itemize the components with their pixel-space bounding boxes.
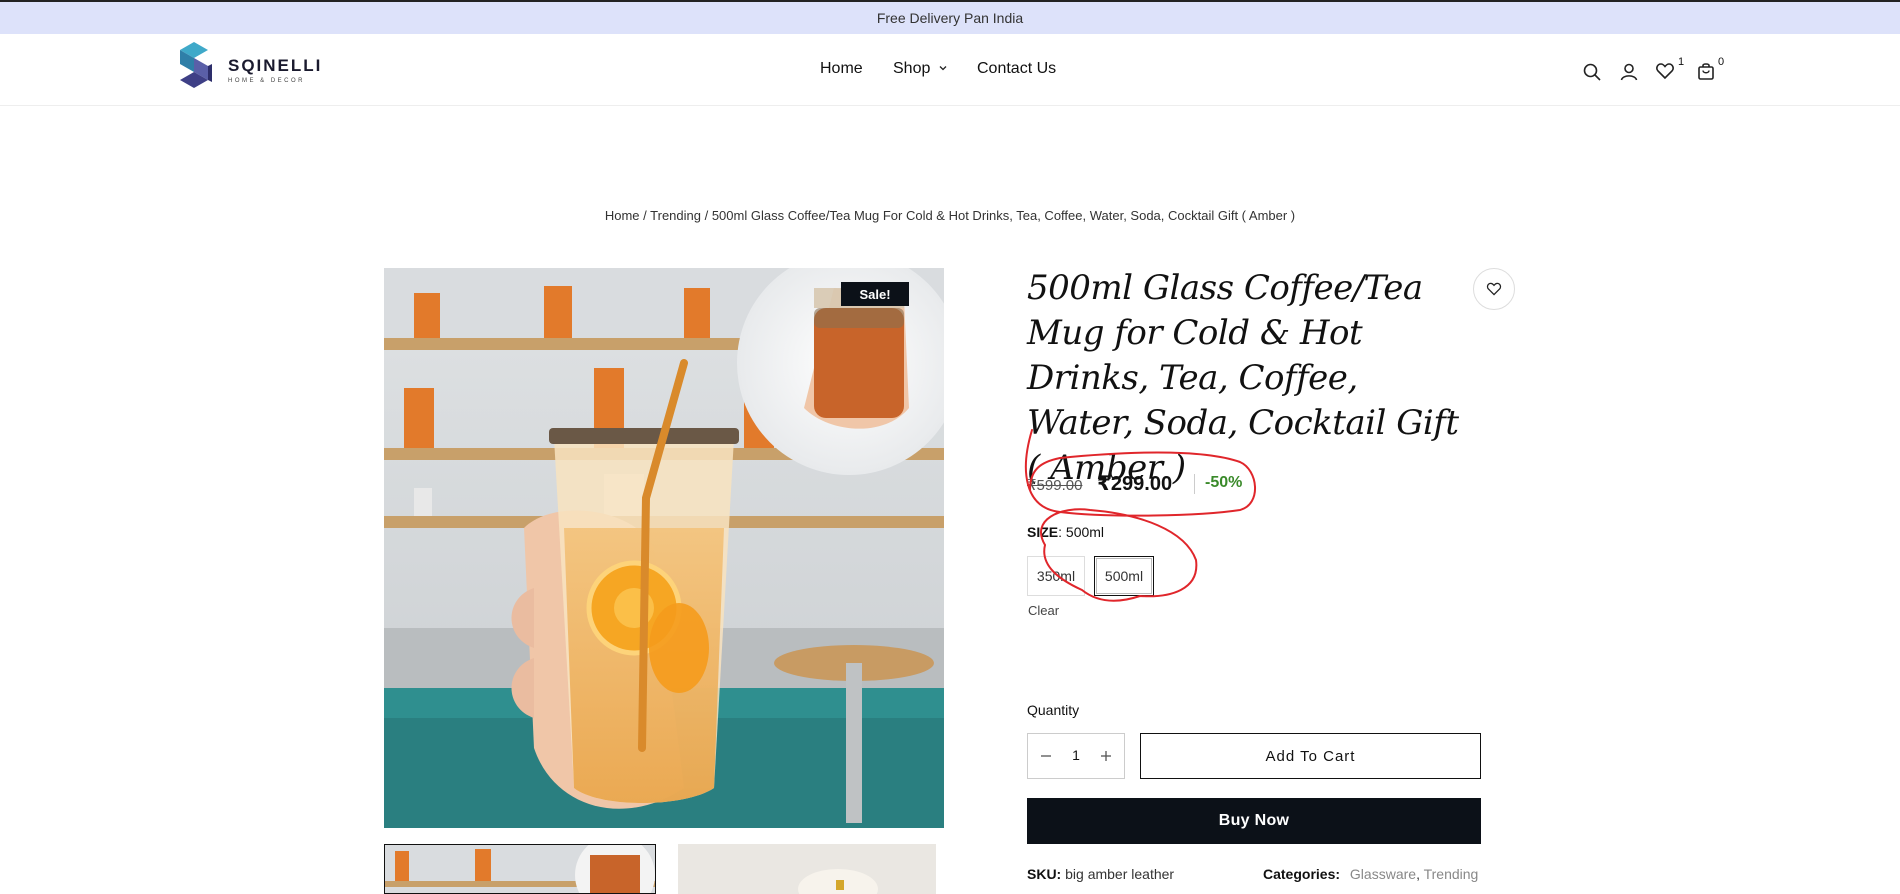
logo-tagline: HOME & DECOR: [228, 78, 306, 84]
logo-wordmark: SQINELLI: [228, 56, 323, 75]
product-main-image[interactable]: [384, 268, 944, 828]
logo-mark-icon: [180, 42, 212, 88]
thumbnail-image: [385, 845, 655, 893]
buy-now-button[interactable]: Buy Now: [1027, 798, 1481, 844]
original-price: ₹599.00: [1027, 477, 1083, 494]
thumbnail-2[interactable]: [678, 844, 936, 894]
quantity-stepper: 1: [1027, 733, 1125, 779]
plus-icon[interactable]: [1096, 746, 1116, 766]
minus-icon[interactable]: [1036, 746, 1056, 766]
heart-icon: [1486, 282, 1502, 296]
chevron-down-icon: [939, 66, 947, 71]
categories-row: Categories: Glassware, Trending: [1263, 866, 1478, 882]
category-link-trending[interactable]: Trending: [1424, 866, 1479, 882]
wishlist-count: 1: [1678, 56, 1685, 68]
sale-price: ₹299.00: [1097, 473, 1173, 495]
size-option-350ml[interactable]: 350ml: [1027, 556, 1085, 596]
product-title: 500ml Glass Coffee/Tea Mug for Cold & Ho…: [1027, 268, 1459, 488]
product-photo: [384, 268, 944, 828]
nav-contact[interactable]: Contact Us: [977, 60, 1056, 78]
size-label-title: SIZE: [1027, 524, 1059, 540]
cart-icon[interactable]: [1696, 61, 1716, 81]
categories-label: Categories:: [1263, 866, 1341, 882]
breadcrumb-separator: /: [700, 208, 712, 223]
breadcrumb-separator: /: [639, 208, 651, 223]
quantity-label: Quantity: [1027, 702, 1080, 718]
add-to-wishlist-button[interactable]: [1473, 268, 1515, 310]
nav-shop[interactable]: Shop: [893, 60, 948, 78]
announcement-text: Free Delivery Pan India: [876, 10, 1024, 26]
quantity-input[interactable]: 1: [1058, 747, 1094, 763]
sku-row: SKU: big amber leather: [1027, 866, 1174, 882]
price-divider: [1194, 474, 1195, 494]
sku-label: SKU:: [1027, 866, 1062, 882]
size-selected-value: : 500ml: [1058, 524, 1105, 540]
cart-count: 0: [1718, 56, 1725, 68]
category-separator: ,: [1416, 866, 1420, 882]
user-icon[interactable]: [1619, 62, 1639, 82]
breadcrumb-current: 500ml Glass Coffee/Tea Mug For Cold & Ho…: [711, 208, 1296, 223]
clear-size-link[interactable]: Clear: [1028, 603, 1059, 618]
search-icon[interactable]: [1582, 62, 1602, 82]
site-header: SQINELLI HOME & DECOR Home Shop Contact …: [0, 34, 1900, 106]
nav-shop-label: Shop: [893, 60, 931, 77]
sku-value: big amber leather: [1065, 866, 1175, 882]
breadcrumb-home[interactable]: Home: [605, 208, 640, 223]
thumbnail-1[interactable]: [384, 844, 656, 894]
thumbnail-image: [678, 844, 936, 894]
breadcrumb-trending[interactable]: Trending: [650, 208, 701, 223]
announcement-bar: Free Delivery Pan India: [0, 0, 1900, 34]
brand-logo[interactable]: SQINELLI HOME & DECOR: [180, 38, 320, 96]
category-link-glassware[interactable]: Glassware: [1350, 866, 1416, 882]
heart-icon[interactable]: [1655, 61, 1675, 81]
sale-badge: Sale!: [841, 282, 909, 306]
breadcrumb: Home / Trending / 500ml Glass Coffee/Tea…: [0, 208, 1900, 223]
discount-badge: -50%: [1205, 474, 1243, 491]
add-to-cart-button[interactable]: Add To Cart: [1140, 733, 1481, 779]
size-option-500ml[interactable]: 500ml: [1094, 556, 1154, 596]
size-label: SIZE: 500ml: [1027, 524, 1104, 540]
nav-home[interactable]: Home: [820, 60, 863, 78]
annotation-overlay: [1025, 429, 1256, 602]
